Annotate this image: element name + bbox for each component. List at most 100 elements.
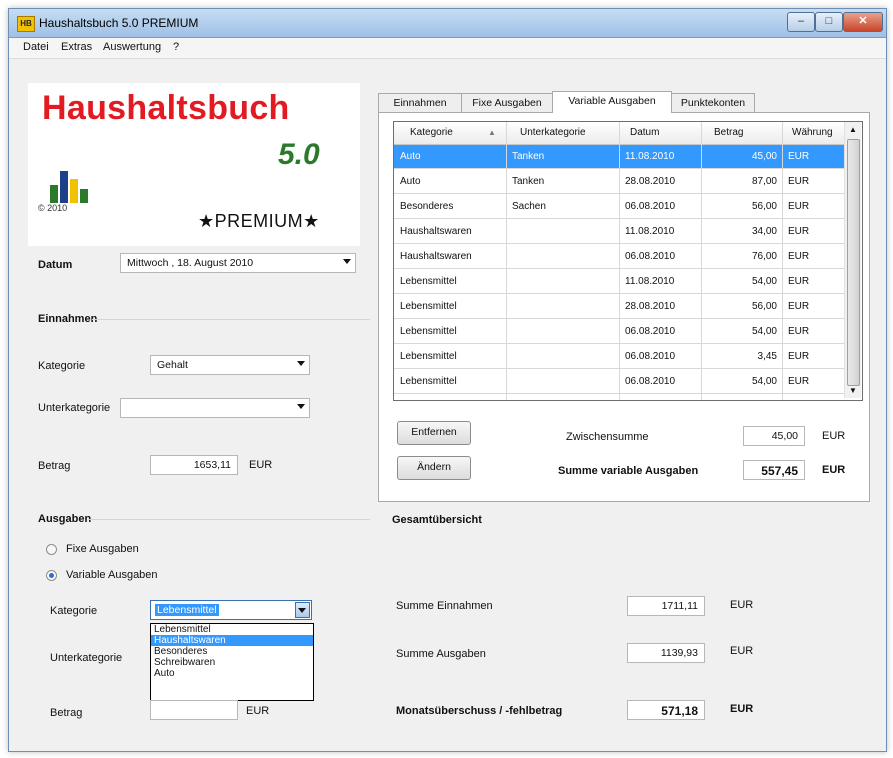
column-header-unterkategorie[interactable]: Unterkategorie — [520, 127, 586, 138]
einnahmen-currency: EUR — [249, 459, 273, 471]
chevron-down-icon[interactable] — [343, 259, 351, 264]
table-cell: Tanken — [512, 151, 545, 162]
table-cell: 06.08.2010 — [625, 376, 676, 387]
tab-fixe-ausgaben[interactable]: Fixe Ausgaben — [461, 93, 553, 112]
ausgaben-kategorie-dropdown: Lebensmittel Haushaltswaren Besonderes S… — [150, 623, 314, 701]
dropdown-button[interactable] — [295, 602, 310, 618]
app-icon: HB — [17, 16, 35, 32]
radio-variable-ausgaben[interactable] — [46, 570, 57, 581]
table-cell: 06.08.2010 — [625, 251, 676, 262]
ausgaben-kategorie-value: Lebensmittel — [155, 604, 219, 616]
radio-fixe-ausgaben[interactable] — [46, 544, 57, 555]
scroll-up-icon[interactable]: ▲ — [849, 125, 857, 134]
table-cell: 06.08.2010 — [625, 201, 676, 212]
table-cell: EUR — [788, 326, 810, 337]
menu-auswertung[interactable]: Auswertung — [103, 41, 161, 53]
scrollbar-thumb[interactable] — [847, 139, 860, 386]
einnahmen-header: Einnahmen — [38, 313, 98, 325]
column-divider — [782, 122, 783, 400]
tab-variable-ausgaben[interactable]: Variable Ausgaben — [552, 91, 672, 113]
menu-help[interactable]: ? — [173, 41, 179, 53]
column-header-kategorie[interactable]: Kategorie — [410, 127, 453, 138]
dropdown-option[interactable]: Haushaltswaren — [151, 635, 313, 646]
zwischensumme-currency: EUR — [822, 430, 846, 442]
maximize-button[interactable]: □ — [815, 12, 843, 32]
chevron-down-icon[interactable] — [297, 404, 305, 409]
table-cell: 11.08.2010 — [625, 226, 675, 237]
table-cell: 11.08.2010 — [625, 276, 675, 287]
table-cell: 28.08.2010 — [625, 176, 676, 187]
minimize-button[interactable]: – — [787, 12, 815, 32]
chevron-down-icon[interactable] — [298, 608, 306, 613]
ueberschuss-currency: EUR — [730, 703, 754, 715]
summe-ausgaben-label: Summe Ausgaben — [396, 648, 486, 660]
einnahmen-kategorie-label: Kategorie — [38, 360, 86, 372]
dropdown-option[interactable]: Lebensmittel — [151, 624, 313, 635]
summe-einnahmen-value: 1711,11 — [627, 596, 705, 616]
table-cell: Lebensmittel — [400, 351, 457, 362]
column-header-datum[interactable]: Datum — [630, 127, 659, 138]
table-cell: EUR — [788, 251, 810, 262]
menu-bar: Datei Extras Auswertung ? — [9, 38, 886, 59]
entfernen-button[interactable]: Entfernen — [397, 421, 471, 445]
ueberschuss-value: 571,18 — [627, 700, 705, 720]
ausgaben-unterkategorie-label: Unterkategorie — [50, 652, 123, 664]
dropdown-option[interactable]: Besonderes — [151, 646, 313, 657]
table-scrollbar[interactable]: ▲ ▼ — [844, 122, 861, 398]
aendern-button[interactable]: Ändern — [397, 456, 471, 480]
menu-datei[interactable]: Datei — [23, 41, 49, 53]
column-divider — [506, 122, 507, 400]
dropdown-option[interactable]: Auto — [151, 668, 313, 679]
logo-version: 5.0 — [278, 138, 320, 171]
table-cell: Lebensmittel — [400, 376, 457, 387]
ausgaben-currency: EUR — [246, 705, 270, 717]
divider — [88, 519, 370, 520]
table-cell: Haushaltswaren — [400, 251, 472, 262]
table-cell: Lebensmittel — [400, 301, 457, 312]
einnahmen-betrag-input[interactable]: 1653,11 — [150, 455, 238, 475]
dropdown-option[interactable]: Schreibwaren — [151, 657, 313, 668]
divider — [92, 319, 370, 320]
close-button[interactable]: ✕ — [843, 12, 883, 32]
table-cell: Auto — [400, 176, 421, 187]
title-bar: HB Haushaltsbuch 5.0 PREMIUM – □ ✕ — [9, 9, 886, 38]
table-cell: Sachen — [512, 201, 546, 212]
zwischensumme-label: Zwischensumme — [566, 431, 649, 443]
scroll-down-icon[interactable]: ▼ — [849, 386, 857, 395]
sort-asc-icon[interactable]: ▲ — [488, 128, 496, 137]
tab-punktekonten[interactable]: Punktekonten — [671, 93, 755, 112]
table-cell: Lebensmittel — [400, 326, 457, 337]
ausgaben-kategorie-select[interactable]: Lebensmittel — [150, 600, 312, 620]
table-cell: 06.08.2010 — [625, 326, 676, 337]
radio-fixe-label[interactable]: Fixe Ausgaben — [66, 543, 139, 555]
menu-extras[interactable]: Extras — [61, 41, 92, 53]
einnahmen-kategorie-select[interactable]: Gehalt — [150, 355, 310, 375]
summe-einnahmen-currency: EUR — [730, 599, 754, 611]
tab-einnahmen[interactable]: Einnahmen — [378, 93, 462, 112]
ausgaben-betrag-label: Betrag — [50, 707, 83, 719]
table-cell: 3,45 — [757, 351, 777, 362]
einnahmen-unterkategorie-select[interactable] — [120, 398, 310, 418]
table-cell: 54,00 — [751, 376, 777, 387]
summe-ausgaben-currency: EUR — [730, 645, 754, 657]
gesamt-header: Gesamtübersicht — [392, 514, 482, 526]
column-header-betrag[interactable]: Betrag — [714, 127, 743, 138]
table-cell: 54,00 — [751, 326, 777, 337]
table-cell: EUR — [788, 201, 810, 212]
ausgaben-kategorie-label: Kategorie — [50, 605, 98, 617]
table-cell: Tanken — [512, 176, 545, 187]
ausgaben-betrag-input[interactable] — [150, 700, 238, 720]
table-cell: 06.08.2010 — [625, 351, 676, 362]
radio-variable-label[interactable]: Variable Ausgaben — [66, 569, 158, 581]
table-cell: 56,00 — [751, 201, 777, 212]
table-cell: EUR — [788, 151, 810, 162]
datum-value: Mittwoch , 18. August 2010 — [127, 257, 254, 269]
column-header-waehrung[interactable]: Währung — [792, 127, 833, 138]
table-cell: EUR — [788, 301, 810, 312]
chevron-down-icon[interactable] — [297, 361, 305, 366]
summe-variable-label: Summe variable Ausgaben — [558, 465, 699, 477]
table-cell: EUR — [788, 276, 810, 287]
datum-picker[interactable]: Mittwoch , 18. August 2010 — [120, 253, 356, 273]
datum-label: Datum — [38, 259, 73, 271]
window-title: Haushaltsbuch 5.0 PREMIUM — [39, 16, 199, 30]
